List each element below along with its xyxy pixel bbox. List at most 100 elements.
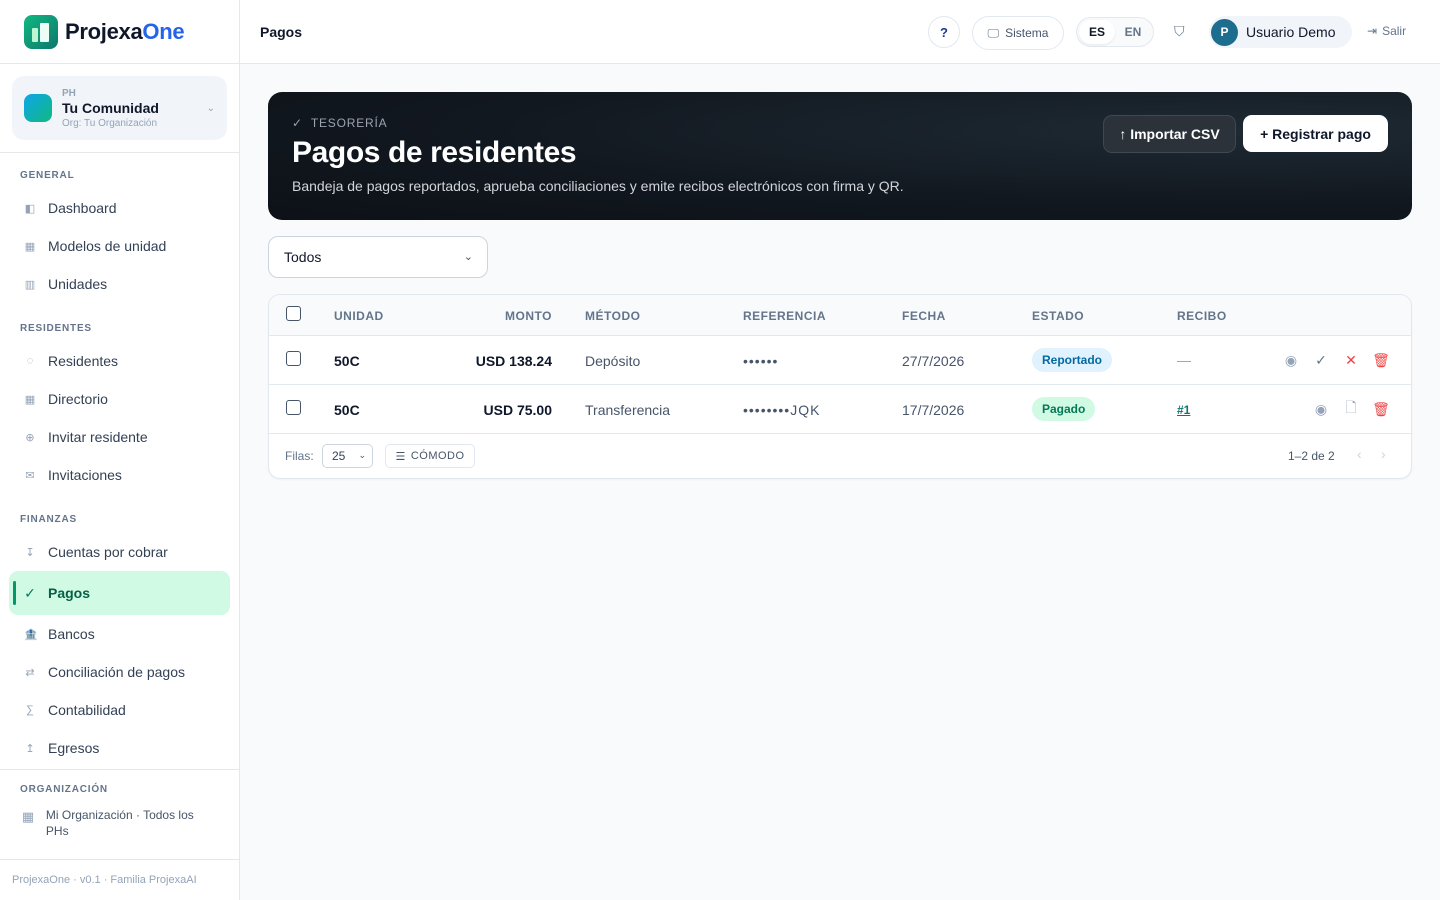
help-button[interactable]: ? <box>928 16 960 48</box>
table-row[interactable]: 50C USD 138.24 Depósito •••••• 27/7/2026… <box>269 336 1411 385</box>
sidebar-item-label: Unidades <box>48 276 108 292</box>
nav-section-general: GENERAL <box>20 170 75 181</box>
trash-icon[interactable]: 🗑 <box>1371 399 1391 419</box>
sidebar-item-units[interactable]: ▥ Unidades <box>0 265 230 303</box>
rows-per-page-value: 25 <box>332 449 346 463</box>
row-checkbox[interactable] <box>286 351 301 366</box>
shield-icon[interactable]: ⛉ <box>1174 23 1185 40</box>
logout-button[interactable]: ⇥ Salir <box>1367 24 1406 38</box>
column-recibo[interactable]: RECIBO <box>1177 309 1227 323</box>
page-subtitle: Bandeja de pagos reportados, aprueba con… <box>292 178 904 194</box>
mail-icon: ✉ <box>25 469 35 482</box>
swap-icon: ⇄ <box>25 666 35 679</box>
density-toggle-button[interactable]: ☰ CÓMODO <box>385 444 475 468</box>
sidebar-item-label: Contabilidad <box>48 702 126 718</box>
cell-fecha: 27/7/2026 <box>902 353 965 369</box>
receipt-link[interactable]: #1 <box>1177 403 1190 417</box>
logout-label: Salir <box>1382 24 1407 38</box>
bank-icon: 🏦 <box>24 628 38 641</box>
chevron-down-icon: ⌄ <box>206 103 215 114</box>
column-monto[interactable]: MONTO <box>505 309 552 323</box>
table-row[interactable]: 50C USD 75.00 Transferencia ••••••••JQK … <box>269 385 1411 434</box>
brand[interactable]: ProjexaOne <box>0 0 239 64</box>
brand-name: ProjexaOne <box>65 18 185 44</box>
chevron-right-icon[interactable]: › <box>1381 446 1386 462</box>
pagination-range: 1–2 de 2 <box>1288 449 1335 463</box>
brand-logo-icon <box>24 14 58 49</box>
sidebar-item-organization[interactable]: ▦ Mi Organización · Todos los PHs <box>20 807 219 839</box>
trash-icon[interactable]: 🗑 <box>1371 350 1391 370</box>
column-estado[interactable]: ESTADO <box>1032 309 1084 323</box>
sidebar-item-banks[interactable]: 🏦 Bancos <box>0 615 230 653</box>
sidebar-item-reconciliation[interactable]: ⇄ Conciliación de pagos <box>0 653 230 691</box>
check-icon: ✓ <box>24 584 36 601</box>
sidebar-item-label: Pagos <box>48 585 91 601</box>
hero-eyebrow: ✓ TESORERÍA <box>292 116 387 130</box>
select-all-checkbox[interactable] <box>286 306 301 321</box>
monitor-icon: 🖵 <box>987 25 1000 40</box>
sidebar-item-dashboard[interactable]: ◧ Dashboard <box>0 189 230 227</box>
cell-referencia: ••••••••JQK <box>743 402 821 418</box>
community-type: PH <box>62 87 76 99</box>
sidebar-item-receivables[interactable]: ↧ Cuentas por cobrar <box>0 533 230 571</box>
logout-icon: ⇥ <box>1367 24 1378 38</box>
sidebar-item-label: Bancos <box>48 626 95 642</box>
user-icon: ◌ <box>26 355 34 367</box>
organization-icon: ▦ <box>21 809 35 824</box>
community-avatar <box>24 94 52 122</box>
approve-check-icon[interactable]: ✓ <box>1311 350 1331 370</box>
column-fecha[interactable]: FECHA <box>902 309 946 323</box>
sidebar-item-unit-models[interactable]: ▦ Modelos de unidad <box>0 227 230 265</box>
sidebar-item-label: Invitaciones <box>48 467 122 483</box>
column-metodo[interactable]: MÉTODO <box>585 309 640 323</box>
sidebar-item-payments[interactable]: ✓ Pagos <box>9 571 230 615</box>
cell-unidad: 50C <box>334 402 360 418</box>
status-badge: Pagado <box>1032 397 1096 421</box>
sidebar-item-residents[interactable]: ◌ Residentes <box>0 342 230 380</box>
lang-es-button[interactable]: ES <box>1079 20 1115 44</box>
density-icon: ☰ <box>395 450 406 463</box>
rows-per-page-select[interactable]: 25 ⌄ <box>322 444 373 468</box>
import-csv-button[interactable]: ↑ Importar CSV <box>1103 115 1236 153</box>
user-menu[interactable]: P Usuario Demo <box>1209 16 1352 48</box>
sidebar-item-label: Modelos de unidad <box>48 238 167 254</box>
reject-x-icon[interactable]: ✕ <box>1341 350 1361 370</box>
sidebar-item-label: Egresos <box>48 740 100 756</box>
topbar: Pagos ? 🖵 Sistema ES EN ⛉ P Usuario Demo … <box>240 0 1440 64</box>
status-badge: Reportado <box>1032 348 1112 372</box>
community-org: Org: Tu Organización <box>62 117 158 129</box>
cell-fecha: 17/7/2026 <box>902 402 965 418</box>
user-name: Usuario Demo <box>1246 24 1336 40</box>
chevron-left-icon[interactable]: ‹ <box>1357 446 1362 462</box>
page-title: Pagos de residentes <box>292 136 577 169</box>
sidebar-item-expenses[interactable]: ↥ Egresos <box>0 729 230 767</box>
community-name: Tu Comunidad <box>62 99 159 116</box>
chevron-down-icon: ⌄ <box>463 251 473 263</box>
sidebar-item-label: Dashboard <box>48 200 117 216</box>
eye-icon[interactable]: ◉ <box>1311 399 1331 419</box>
community-switcher[interactable]: PH Tu Comunidad Org: Tu Organización ⌄ <box>12 76 227 140</box>
cell-recibo: — <box>1177 352 1191 368</box>
column-unidad[interactable]: UNIDAD <box>334 309 384 323</box>
cell-monto: USD 138.24 <box>475 353 552 369</box>
sidebar-item-directory[interactable]: ▦ Directorio <box>0 380 230 418</box>
page-hero: ✓ TESORERÍA Pagos de residentes Bandeja d… <box>268 92 1412 220</box>
column-referencia[interactable]: REFERENCIA <box>743 309 826 323</box>
cell-referencia: •••••• <box>743 353 779 369</box>
cell-monto: USD 75.00 <box>483 402 552 418</box>
sidebar-item-invitations[interactable]: ✉ Invitaciones <box>0 456 230 494</box>
document-icon[interactable]: 🗋 <box>1341 399 1361 419</box>
theme-button[interactable]: 🖵 Sistema <box>972 16 1064 50</box>
lang-en-button[interactable]: EN <box>1115 20 1151 44</box>
sidebar-item-label: Cuentas por cobrar <box>48 544 168 560</box>
status-filter-select[interactable]: Todos ⌄ <box>268 236 488 278</box>
register-payment-button[interactable]: + Registrar pago <box>1243 115 1388 152</box>
sidebar-item-accounting[interactable]: ∑ Contabilidad <box>0 691 230 729</box>
density-label: CÓMODO <box>410 450 465 462</box>
eye-icon[interactable]: ◉ <box>1281 350 1301 370</box>
sidebar-item-invite-resident[interactable]: ⊕ Invitar residente <box>0 418 230 456</box>
grid-icon: ▦ <box>24 240 36 253</box>
row-checkbox[interactable] <box>286 400 301 415</box>
directory-icon: ▦ <box>24 393 36 406</box>
hero-eyebrow-text: TESORERÍA <box>310 116 388 130</box>
